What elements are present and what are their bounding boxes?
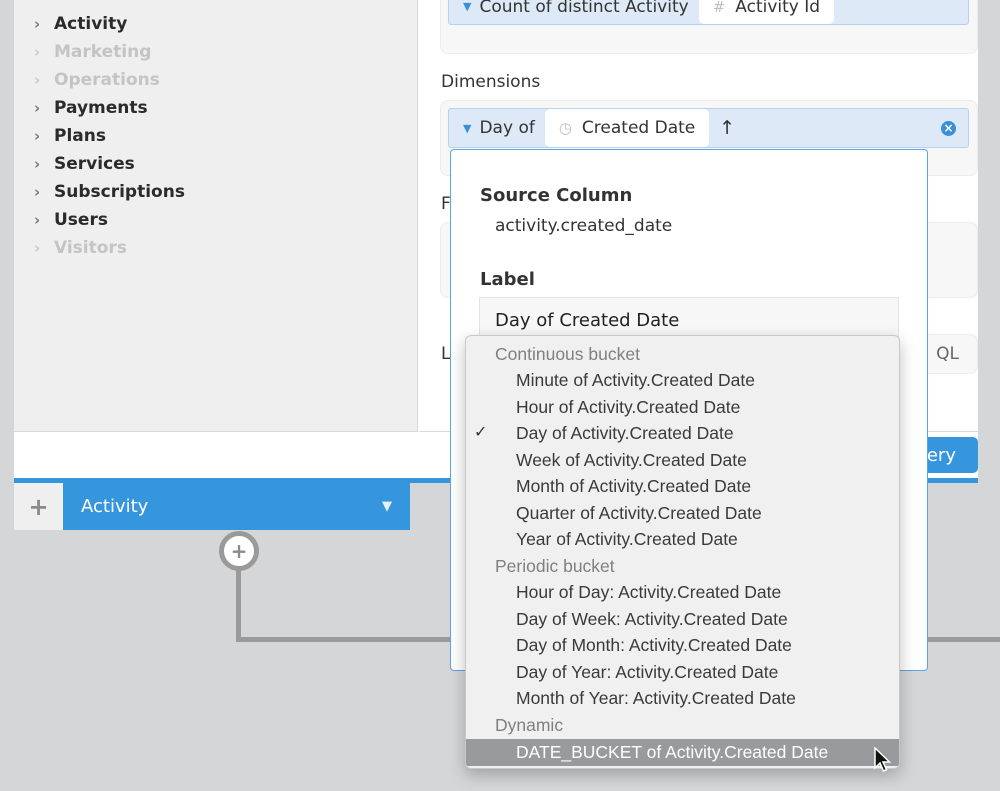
chevron-right-icon: › <box>34 127 41 145</box>
menu-item-label: Day of Activity.Created Date <box>516 423 734 443</box>
menu-item-day-of-month[interactable]: Day of Month: Activity.Created Date <box>466 632 899 659</box>
mouse-cursor-icon <box>874 747 891 772</box>
menu-item-hour-of-day[interactable]: Hour of Day: Activity.Created Date <box>466 579 899 606</box>
menu-item-label: Month of Year: Activity.Created Date <box>516 688 796 708</box>
menu-item-label: Day of Week: Activity.Created Date <box>516 608 788 629</box>
dimension-field-chip[interactable]: ◷ Created Date <box>544 109 710 147</box>
menu-item-label: Week of Activity.Created Date <box>516 449 747 470</box>
sidebar-item-payments[interactable]: › Payments <box>34 94 148 122</box>
sidebar-item-label: Visitors <box>54 238 127 258</box>
add-join-node-button[interactable]: + <box>219 531 259 571</box>
tab-activity[interactable]: Activity ▼ <box>63 483 410 530</box>
sidebar-item-subscriptions[interactable]: › Subscriptions <box>34 178 185 206</box>
sidebar-item-label: Subscriptions <box>54 182 185 202</box>
model-sidebar: › Activity › Marketing › Operations › Paymen… <box>14 0 418 432</box>
sidebar-item-activity[interactable]: › Activity <box>34 10 127 38</box>
menu-item-label: DATE_BUCKET of Activity.Created Date <box>516 742 829 762</box>
clock-icon: ◷ <box>558 119 572 137</box>
chevron-right-icon: › <box>34 183 41 201</box>
menu-item-label: Day of Month: Activity.Created Date <box>516 635 792 655</box>
chevron-right-icon: › <box>34 155 41 173</box>
menu-group-periodic: Periodic bucket <box>495 556 615 576</box>
join-connector-vertical <box>236 570 241 642</box>
menu-group-dynamic: Dynamic <box>495 715 564 735</box>
sidebar-item-label: Marketing <box>54 42 152 62</box>
sidebar-item-label: Payments <box>54 98 148 118</box>
dimension-pill[interactable]: ▼ Day of ◷ Created Date ↑ × <box>448 108 969 148</box>
run-query-label: ery <box>926 444 956 466</box>
sidebar-item-label: Activity <box>54 14 128 34</box>
menu-item-label: Minute of Activity.Created Date <box>516 370 755 390</box>
menu-item-quarter[interactable]: Quarter of Activity.Created Date <box>466 500 899 527</box>
sidebar-item-marketing: › Marketing <box>34 38 151 66</box>
caret-down-icon[interactable]: ▼ <box>463 122 471 135</box>
menu-item-year[interactable]: Year of Activity.Created Date <box>466 526 899 553</box>
menu-item-hour[interactable]: Hour of Activity.Created Date <box>466 394 899 421</box>
tab-label: Activity <box>81 496 149 517</box>
sidebar-item-visitors: › Visitors <box>34 234 127 262</box>
add-tab-button[interactable]: + <box>14 483 63 530</box>
menu-item-label: Hour of Activity.Created Date <box>516 396 741 417</box>
sidebar-item-label: Operations <box>54 70 160 90</box>
dropdown-triangle-icon[interactable]: ▼ <box>382 499 392 514</box>
sidebar-item-operations: › Operations <box>34 66 160 94</box>
menu-item-label: Month of Activity.Created Date <box>516 476 752 496</box>
chevron-right-icon: › <box>34 15 41 33</box>
menu-item-month[interactable]: Month of Activity.Created Date <box>466 473 899 500</box>
measure-aggregation: Count of distinct Activity <box>479 0 689 17</box>
chevron-right-icon: › <box>34 43 41 61</box>
bucket-select-menu[interactable]: Continuous bucket Minute of Activity.Cre… <box>465 335 900 769</box>
chevron-right-icon: › <box>34 99 41 117</box>
sidebar-item-label: Plans <box>54 126 106 146</box>
remove-dimension-icon[interactable]: × <box>941 120 956 136</box>
checkmark-icon: ✓ <box>474 424 488 441</box>
sort-arrow-icon[interactable]: ↑ <box>719 117 735 139</box>
measure-field-chip[interactable]: # Activity Id <box>698 0 835 24</box>
measure-field-label: Activity Id <box>735 0 821 17</box>
chevron-right-icon: › <box>34 71 41 89</box>
view-sql-label: QL <box>936 344 959 364</box>
menu-item-month-of-year[interactable]: Month of Year: Activity.Created Date <box>466 685 899 712</box>
dimension-bucket: Day of <box>479 118 535 138</box>
sidebar-item-plans[interactable]: › Plans <box>34 122 106 150</box>
dimensions-title: Dimensions <box>441 72 541 92</box>
dimension-field-label: Created Date <box>581 118 696 138</box>
menu-group-continuous: Continuous bucket <box>495 344 640 364</box>
menu-item-label: Quarter of Activity.Created Date <box>516 502 762 523</box>
chevron-right-icon: › <box>34 211 41 229</box>
hash-icon: # <box>712 0 726 16</box>
source-column-title: Source Column <box>480 185 633 206</box>
sidebar-item-label: Services <box>54 154 135 174</box>
menu-item-day[interactable]: ✓ Day of Activity.Created Date <box>466 420 899 447</box>
model-tabbar: + Activity ▼ <box>14 483 410 530</box>
menu-item-label: Hour of Day: Activity.Created Date <box>516 582 782 602</box>
menu-item-minute[interactable]: Minute of Activity.Created Date <box>466 367 899 394</box>
sidebar-item-users[interactable]: › Users <box>34 206 108 234</box>
menu-item-date-bucket[interactable]: DATE_BUCKET of Activity.Created Date <box>466 739 899 766</box>
menu-item-day-of-week[interactable]: Day of Week: Activity.Created Date <box>466 606 899 633</box>
source-column-value: activity.created_date <box>495 216 673 236</box>
chevron-right-icon: › <box>34 239 41 257</box>
menu-item-week[interactable]: Week of Activity.Created Date <box>466 447 899 474</box>
sidebar-item-services[interactable]: › Services <box>34 150 135 178</box>
measure-pill[interactable]: ▼ Count of distinct Activity # Activity … <box>448 0 969 25</box>
sidebar-item-label: Users <box>54 210 108 230</box>
menu-item-day-of-year[interactable]: Day of Year: Activity.Created Date <box>466 659 899 686</box>
menu-item-label: Year of Activity.Created Date <box>516 529 738 549</box>
label-title: Label <box>480 269 535 290</box>
caret-down-icon[interactable]: ▼ <box>463 0 471 13</box>
menu-item-label: Day of Year: Activity.Created Date <box>516 661 779 682</box>
